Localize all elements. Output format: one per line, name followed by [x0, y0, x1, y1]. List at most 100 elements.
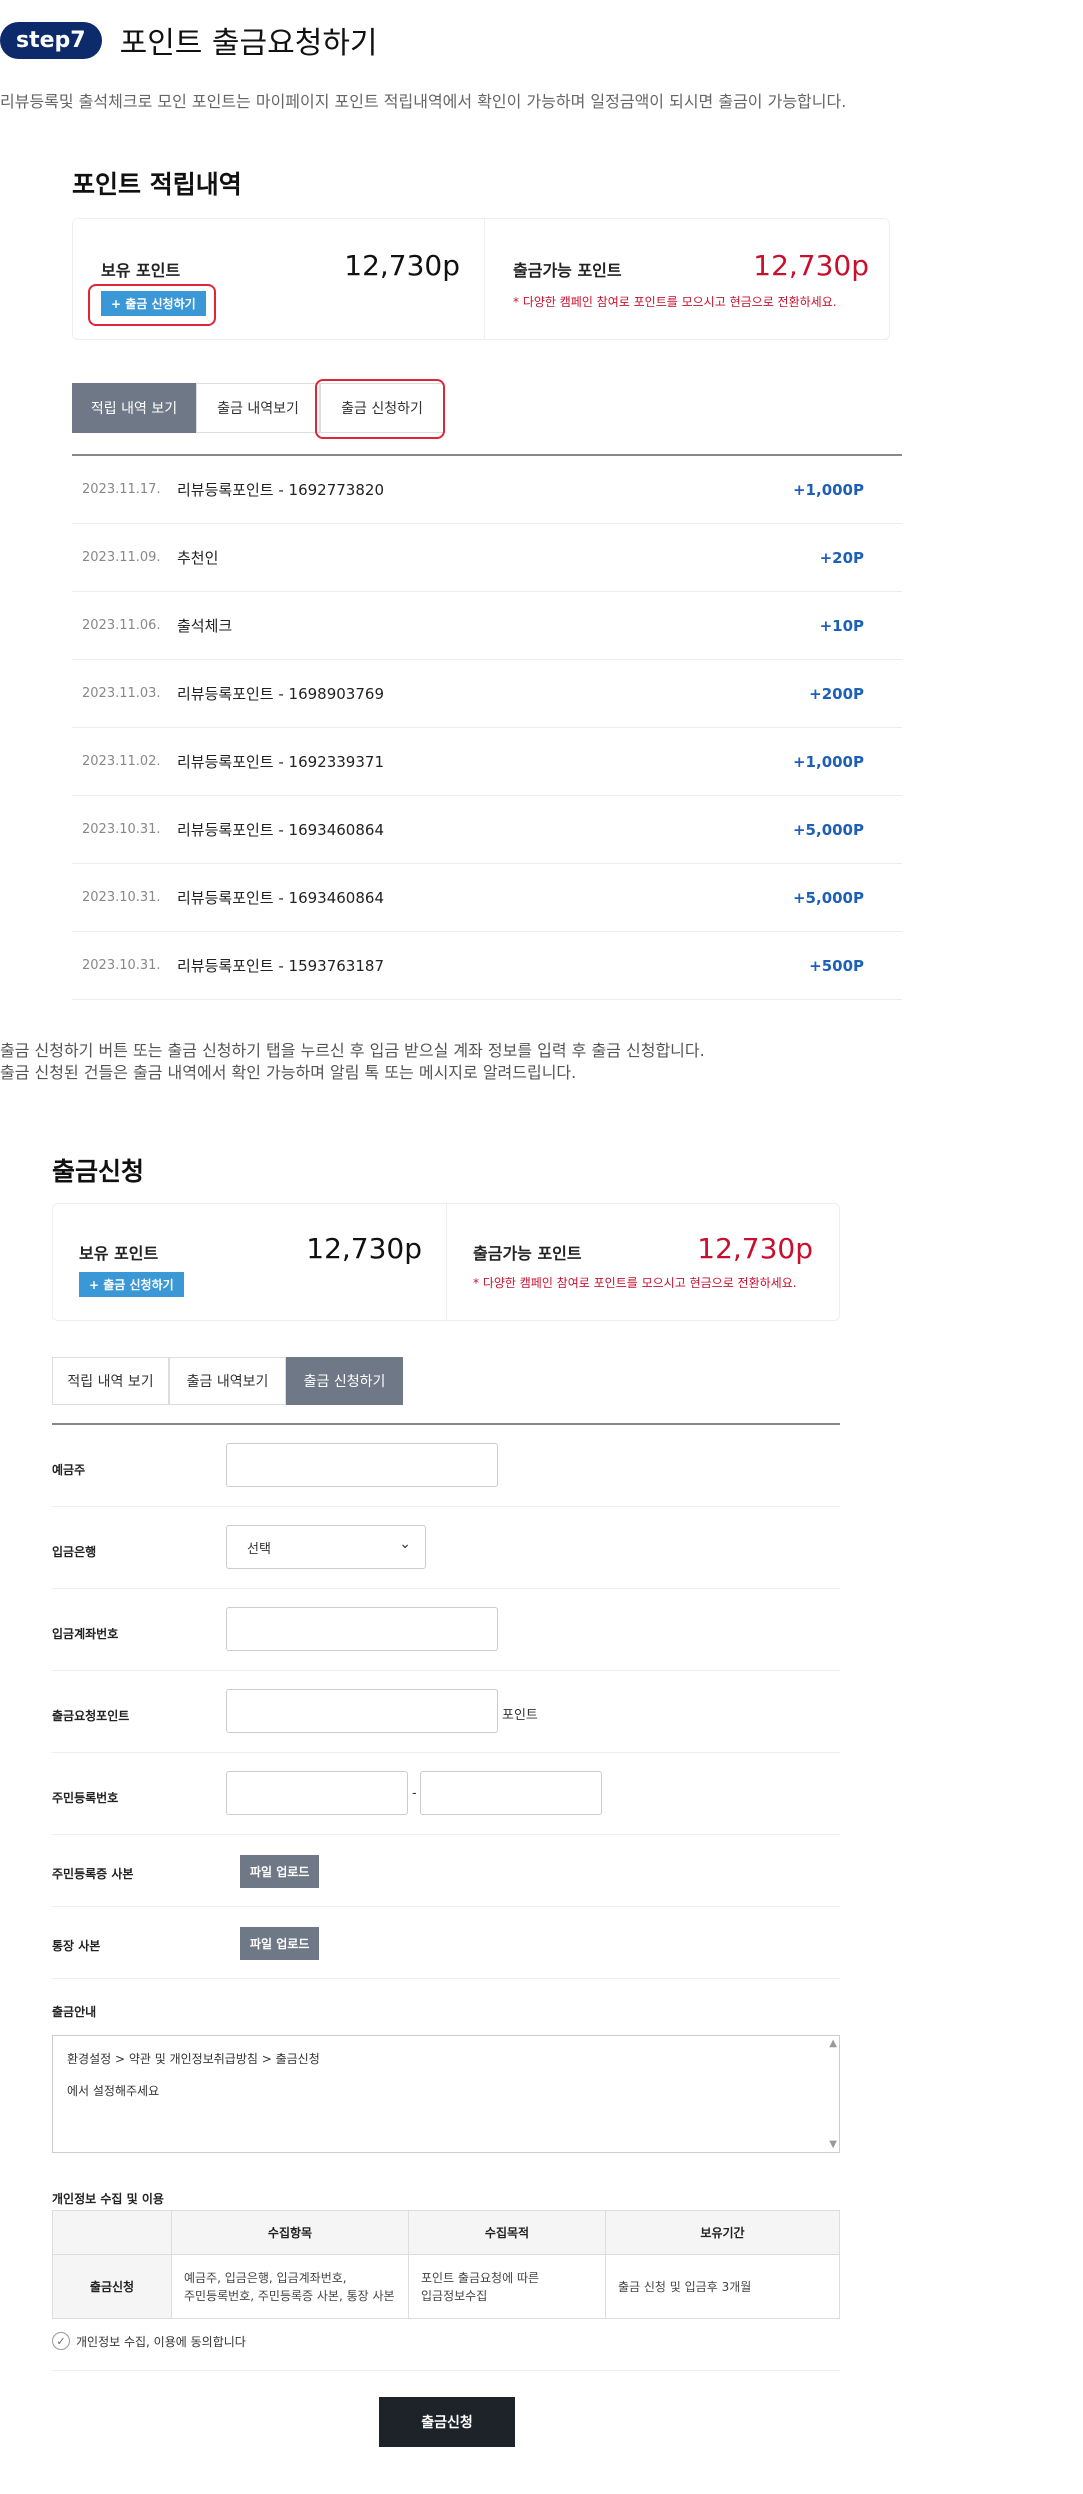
guide-textarea[interactable]: 환경설정 > 약관 및 개인정보취급방침 > 출금신청 에서 설정해주세요 ▲ … — [52, 2035, 840, 2153]
page-title: 포인트 출금요청하기 — [119, 26, 378, 61]
available-points-label: 출금가능 포인트 — [513, 261, 622, 280]
item-desc: 리뷰등록포인트 - 1593763187 — [177, 957, 384, 975]
privacy-purpose: 포인트 출금요청에 따른 입금정보수집 — [408, 2254, 606, 2319]
withdraw-point-card: 보유 포인트 12,730p + 출금 신청하기 출금가능 포인트 12,730… — [52, 1203, 840, 1321]
step-badge: step7 — [0, 21, 102, 59]
rrn-copy-upload-button[interactable]: 파일 업로드 — [240, 1855, 320, 1888]
privacy-title: 개인정보 수집 및 이용 — [52, 2192, 164, 2206]
check-icon[interactable]: ✓ — [52, 2332, 70, 2350]
item-amount: +500P — [809, 956, 864, 975]
privacy-items-line-2: 주민등록번호, 주민등록증 사본, 통장 사본 — [184, 2288, 395, 2303]
item-amount: +5,000P — [792, 820, 864, 839]
privacy-items-line-1: 예금주, 입금은행, 입금계좌번호, — [184, 2270, 347, 2285]
highlight-request-button — [88, 284, 216, 326]
rrn-front-input[interactable] — [226, 1771, 408, 1815]
available-points-value: 12,730p — [753, 249, 869, 282]
rrn-copy-label: 주민등록증 사본 — [52, 1867, 134, 1881]
form-row-rrn-copy: 주민등록증 사본 파일 업로드 — [52, 1835, 840, 1907]
privacy-row-head: 출금신청 — [52, 2254, 172, 2319]
instruction-line-1: 출금 신청하기 버튼 또는 출금 신청하기 탭을 누르신 후 입금 받으실 계좌… — [0, 1041, 705, 1060]
account-input[interactable] — [226, 1607, 498, 1651]
points-note: * 다양한 캠페인 참여로 포인트를 모으시고 현금으로 전환하세요. — [473, 1276, 797, 1290]
item-date: 2023.11.06. — [82, 618, 161, 633]
privacy-header-items: 수집항목 — [171, 2210, 409, 2255]
privacy-period: 출금 신청 및 입금후 3개월 — [605, 2254, 840, 2319]
form-row-depositor: 예금주 — [52, 1425, 840, 1507]
guide-line-2: 에서 설정해주세요 — [67, 2084, 160, 2098]
depositor-input[interactable] — [226, 1443, 498, 1487]
privacy-header-purpose: 수집목적 — [408, 2210, 606, 2255]
available-points-label: 출금가능 포인트 — [473, 1244, 582, 1263]
tab-withdraw-history[interactable]: 출금 내역보기 — [169, 1357, 286, 1405]
history-list: 2023.11.17. 리뷰등록포인트 - 1692773820 +1,000P 2… — [72, 454, 902, 1000]
list-item: 2023.10.31. 리뷰등록포인트 - 1593763187 +500P — [72, 932, 902, 1000]
scroll-down-icon[interactable]: ▼ — [829, 2139, 837, 2150]
list-item: 2023.11.06. 출석체크 +10P — [72, 592, 902, 660]
request-withdraw-button[interactable]: + 출금 신청하기 — [79, 1272, 184, 1297]
tab-earn-history[interactable]: 적립 내역 보기 — [52, 1357, 169, 1405]
item-date: 2023.11.09. — [82, 550, 161, 565]
item-date: 2023.10.31. — [82, 958, 161, 973]
form-row-account: 입금계좌번호 — [52, 1589, 840, 1671]
scroll-up-icon[interactable]: ▲ — [829, 2038, 837, 2049]
held-points-value: 12,730p — [306, 1232, 422, 1265]
item-date: 2023.11.17. — [82, 482, 161, 497]
bankbook-label: 통장 사본 — [52, 1939, 101, 1953]
privacy-header-empty — [52, 2210, 172, 2255]
tab-withdraw-request[interactable]: 출금 신청하기 — [286, 1357, 403, 1405]
withdraw-title: 출금신청 — [52, 1157, 145, 1186]
tab-withdraw-history[interactable]: 출금 내역보기 — [196, 383, 320, 433]
bank-label: 입금은행 — [52, 1545, 97, 1559]
form-row-rrn: 주민등록번호 - — [52, 1753, 840, 1835]
held-points-label: 보유 포인트 — [79, 1244, 159, 1263]
points-note: * 다양한 캠페인 참여로 포인트를 모으시고 현금으로 전환하세요. — [513, 295, 837, 309]
item-desc: 리뷰등록포인트 - 1693460864 — [177, 889, 384, 907]
request-points-input[interactable] — [226, 1689, 498, 1733]
item-date: 2023.10.31. — [82, 890, 161, 905]
step-header: step7 포인트 출금요청하기 — [0, 18, 378, 62]
submit-withdraw-button[interactable]: 출금신청 — [379, 2397, 515, 2447]
item-desc: 리뷰등록포인트 - 1693460864 — [177, 821, 384, 839]
chevron-down-icon: ⌄ — [399, 1536, 411, 1552]
bankbook-upload-button[interactable]: 파일 업로드 — [240, 1927, 320, 1960]
guide-label: 출금안내 — [52, 2005, 97, 2019]
form-row-bankbook: 통장 사본 파일 업로드 — [52, 1907, 840, 1979]
form-row-points: 출금요청포인트 포인트 — [52, 1671, 840, 1753]
privacy-agree[interactable]: ✓ 개인정보 수집, 이용에 동의합니다 — [52, 2332, 246, 2350]
privacy-agree-label: 개인정보 수집, 이용에 동의합니다 — [76, 2334, 246, 2349]
rrn-dash: - — [412, 1786, 417, 1801]
item-date: 2023.10.31. — [82, 822, 161, 837]
list-item: 2023.11.17. 리뷰등록포인트 - 1692773820 +1,000P — [72, 456, 902, 524]
privacy-purpose-line-1: 포인트 출금요청에 따른 — [421, 2270, 540, 2285]
list-item: 2023.11.09. 추천인 +20P — [72, 524, 902, 592]
privacy-table: 수집항목 수집목적 보유기간 출금신청 예금주, 입금은행, 입금계좌번호, 주민… — [52, 2210, 840, 2319]
item-desc: 출석체크 — [177, 617, 233, 635]
depositor-label: 예금주 — [52, 1463, 86, 1477]
list-item: 2023.10.31. 리뷰등록포인트 - 1693460864 +5,000P — [72, 864, 902, 932]
list-item: 2023.10.31. 리뷰등록포인트 - 1693460864 +5,000P — [72, 796, 902, 864]
item-amount: +1,000P — [792, 480, 864, 499]
item-amount: +200P — [809, 684, 864, 703]
available-points-value: 12,730p — [697, 1232, 813, 1265]
item-amount: +20P — [819, 548, 864, 567]
held-points-panel: 보유 포인트 12,730p + 출금 신청하기 — [53, 1204, 447, 1320]
item-desc: 리뷰등록포인트 - 1698903769 — [177, 685, 384, 703]
request-points-label: 출금요청포인트 — [52, 1709, 130, 1723]
account-label: 입금계좌번호 — [52, 1627, 119, 1641]
guide-line-1: 환경설정 > 약관 및 개인정보취급방침 > 출금신청 — [67, 2052, 320, 2066]
item-amount: +10P — [819, 616, 864, 635]
item-amount: +1,000P — [792, 752, 864, 771]
form-row-bank: 입금은행 선택 ⌄ — [52, 1507, 840, 1589]
item-desc: 리뷰등록포인트 - 1692773820 — [177, 481, 384, 499]
intro-text: 리뷰등록및 출석체크로 모인 포인트는 마이페이지 포인트 적립내역에서 확인이… — [0, 92, 847, 111]
tab-earn-history[interactable]: 적립 내역 보기 — [72, 383, 196, 433]
privacy-items: 예금주, 입금은행, 입금계좌번호, 주민등록번호, 주민등록증 사본, 통장 사… — [171, 2254, 409, 2319]
item-desc: 추천인 — [177, 549, 219, 567]
points-suffix: 포인트 — [502, 1708, 538, 1723]
bank-select[interactable]: 선택 ⌄ — [226, 1525, 426, 1569]
history-title: 포인트 적립내역 — [72, 170, 242, 199]
instruction-line-2: 출금 신청된 건들은 출금 내역에서 확인 가능하며 알림 톡 또는 메시지로 … — [0, 1063, 577, 1082]
rrn-label: 주민등록번호 — [52, 1791, 119, 1805]
held-points-value: 12,730p — [344, 249, 460, 282]
rrn-back-input[interactable] — [420, 1771, 602, 1815]
